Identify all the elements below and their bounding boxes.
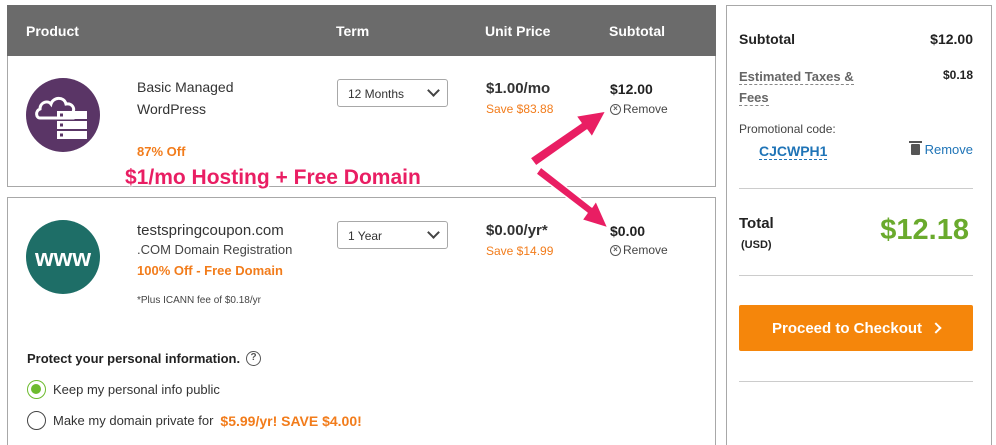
header-term: Term [336, 23, 370, 39]
taxes-label-line-2: Fees [739, 90, 769, 106]
subtotal-label: Subtotal [739, 31, 795, 47]
header-product: Product [26, 23, 79, 39]
taxes-value: $0.18 [942, 68, 973, 82]
header-unit-price: Unit Price [485, 23, 551, 39]
unit-price: $0.00/yr* [486, 222, 548, 239]
domain-type: .COM Domain Registration [137, 242, 293, 257]
promo-banner: $1/mo Hosting + Free Domain [125, 166, 421, 189]
total-value: $12.18 [880, 214, 969, 246]
subtotal-value: $12.00 [930, 31, 973, 47]
save-amount: Save $83.88 [486, 102, 554, 116]
privacy-title: Protect your personal information. ? [27, 351, 262, 366]
cloud-server-icon [26, 78, 100, 152]
radio-label-public: Keep my personal info public [53, 382, 220, 397]
remove-label: Remove [623, 243, 668, 257]
remove-button[interactable]: × Remove [610, 243, 668, 257]
remove-button[interactable]: × Remove [610, 102, 668, 116]
help-icon[interactable]: ? [246, 351, 262, 366]
term-select[interactable]: 1 Year [337, 221, 448, 249]
chevron-down-icon [427, 226, 440, 239]
divider [739, 381, 973, 382]
divider [739, 188, 973, 189]
trash-icon [908, 141, 922, 155]
checkout-button[interactable]: Proceed to Checkout [739, 305, 973, 351]
total-label: Total [739, 215, 774, 232]
save-amount: Save $14.99 [486, 244, 554, 258]
privacy-title-text: Protect your personal information. [27, 351, 241, 366]
order-summary: Subtotal $12.00 Estimated Taxes & Fees $… [726, 5, 992, 445]
product-name: Basic Managed WordPress [137, 79, 234, 117]
chevron-down-icon [427, 84, 440, 97]
close-circle-icon: × [610, 103, 621, 115]
radio-option-private[interactable]: Make my domain private for $5.99/yr! SAV… [27, 411, 362, 430]
term-select[interactable]: 12 Months [337, 79, 448, 107]
promo-remove-button[interactable]: Remove [908, 141, 973, 157]
promo-label: Promotional code: [739, 122, 836, 136]
close-circle-icon: × [610, 244, 621, 256]
radio-label-private: Make my domain private for [53, 413, 214, 428]
item-subtotal: $0.00 [610, 223, 646, 239]
private-price: $5.99/yr! SAVE $4.00! [220, 412, 362, 429]
cart-header: Product Term Unit Price Subtotal [7, 5, 716, 56]
www-icon: www [26, 220, 100, 294]
promo-remove-label: Remove [924, 142, 973, 157]
radio-option-public[interactable]: Keep my personal info public [27, 380, 220, 399]
discount-label: 87% Off [137, 144, 186, 159]
promo-code[interactable]: CJCWPH1 [759, 143, 828, 160]
term-value: 12 Months [348, 87, 405, 101]
taxes-label[interactable]: Estimated Taxes & Fees [739, 66, 869, 108]
icann-note: *Plus ICANN fee of $0.18/yr [137, 295, 261, 306]
checkout-label: Proceed to Checkout [771, 319, 923, 337]
item-subtotal: $12.00 [610, 81, 653, 97]
term-value: 1 Year [348, 229, 383, 243]
remove-label: Remove [623, 102, 668, 116]
radio-button-selected[interactable] [27, 380, 46, 399]
discount-label: 100% Off - Free Domain [137, 263, 283, 278]
cart-item-domain: www testspringcoupon.com .COM Domain Reg… [7, 197, 716, 445]
chevron-right-icon [930, 322, 942, 334]
radio-button[interactable] [27, 411, 46, 430]
domain-name: testspringcoupon.com [137, 222, 284, 239]
unit-price: $1.00/mo [486, 80, 551, 97]
taxes-label-line-1: Estimated Taxes & [739, 69, 854, 85]
www-icon-text: www [34, 245, 91, 272]
header-subtotal: Subtotal [609, 23, 665, 39]
divider [739, 275, 973, 276]
total-currency: (USD) [741, 239, 772, 251]
